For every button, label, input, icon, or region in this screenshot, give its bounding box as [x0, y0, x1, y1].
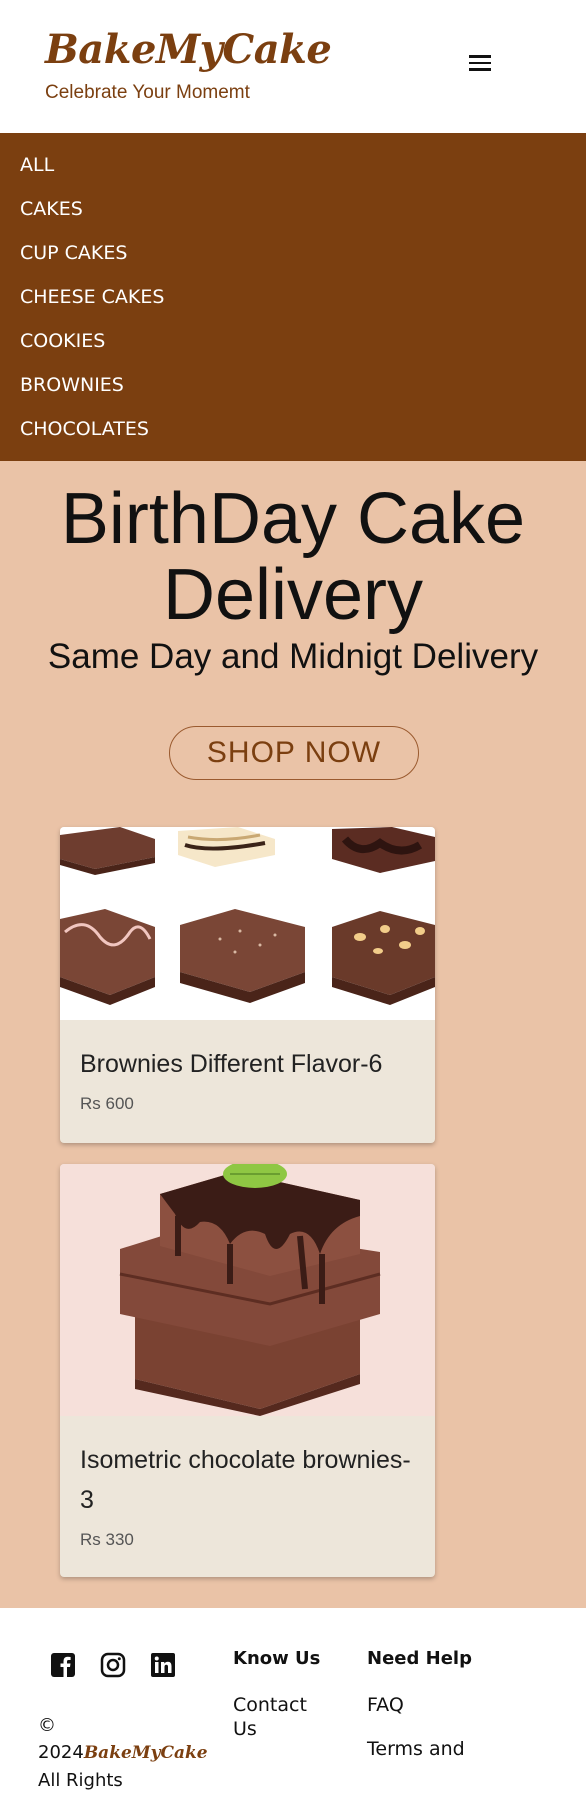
terms-link[interactable]: Terms and	[367, 1737, 465, 1761]
product-image-chocolate-brownies-stack	[60, 1164, 435, 1416]
instagram-icon[interactable]	[100, 1652, 126, 1678]
site-footer: © 2024BakeMyCake All Rights Know Us Cont…	[0, 1608, 586, 1791]
copyright-text: © 2024BakeMyCake All Rights	[38, 1712, 213, 1794]
shop-now-button[interactable]: SHOP NOW	[169, 726, 419, 780]
brand-logo[interactable]: BakeMyCake	[45, 26, 332, 73]
hamburger-menu-icon[interactable]	[466, 52, 494, 78]
copyright-year: © 2024	[38, 1715, 84, 1763]
linkedin-icon[interactable]	[150, 1652, 176, 1678]
nav-item-cheese-cakes[interactable]: CHEESE CAKES	[0, 275, 586, 319]
brand-tagline: Celebrate Your Momemt	[45, 82, 250, 103]
copyright-brand-logo: BakeMyCake	[83, 1743, 208, 1763]
product-title: Brownies Different Flavor-6	[80, 1050, 383, 1078]
facebook-icon[interactable]	[50, 1652, 76, 1678]
know-us-heading: Know Us	[233, 1648, 321, 1669]
product-card[interactable]: Brownies Different Flavor-6 Rs 600	[60, 827, 435, 1143]
social-links	[50, 1652, 200, 1678]
nav-item-brownies[interactable]: BROWNIES	[0, 363, 586, 407]
hero-section: BirthDay Cake Delivery Same Day and Midn…	[0, 461, 586, 1608]
product-title: Isometric chocolate brownies-3	[80, 1446, 411, 1514]
nav-item-cookies[interactable]: COOKIES	[0, 319, 586, 363]
nav-item-cakes[interactable]: CAKES	[0, 187, 586, 231]
product-price: Rs 600	[80, 1094, 134, 1113]
contact-us-link[interactable]: Contact Us	[233, 1693, 323, 1741]
product-card[interactable]: Isometric chocolate brownies-3 Rs 330	[60, 1164, 435, 1577]
copyright-rights: All Rights	[38, 1770, 123, 1791]
hero-title: BirthDay Cake Delivery	[60, 479, 526, 635]
product-price: Rs 330	[80, 1530, 134, 1549]
nav-item-chocolates[interactable]: CHOCOLATES	[0, 407, 586, 451]
site-header: BakeMyCake Celebrate Your Momemt	[0, 0, 586, 133]
product-image-brownies-assorted	[60, 827, 435, 1020]
faq-link[interactable]: FAQ	[367, 1693, 404, 1717]
category-nav: ALL CAKES CUP CAKES CHEESE CAKES COOKIES…	[0, 133, 586, 461]
nav-item-all[interactable]: ALL	[0, 143, 586, 187]
nav-item-cup-cakes[interactable]: CUP CAKES	[0, 231, 586, 275]
need-help-heading: Need Help	[367, 1648, 472, 1669]
hero-subtitle: Same Day and Midnigt Delivery	[47, 637, 539, 676]
